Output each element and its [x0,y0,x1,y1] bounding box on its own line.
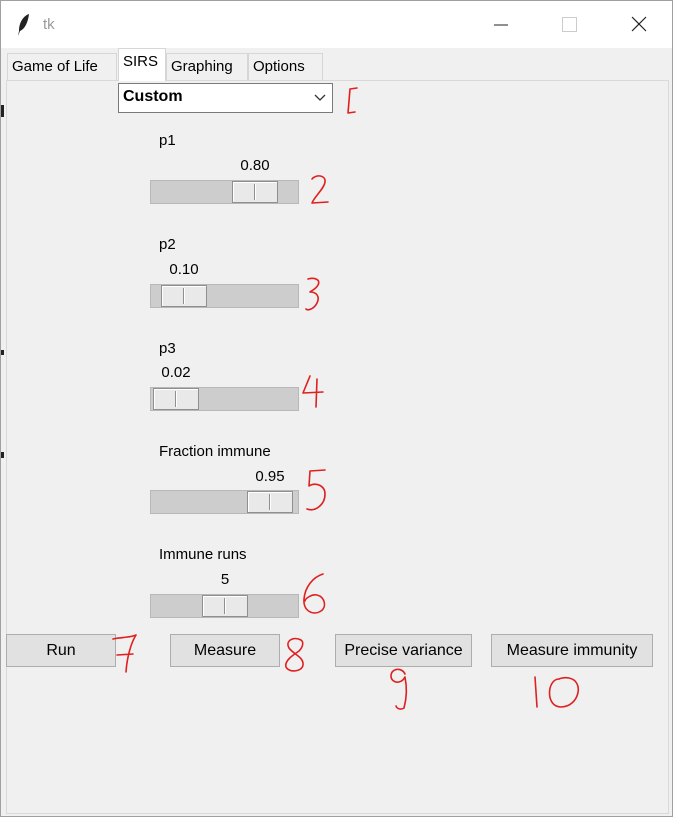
annotation-4 [302,375,324,408]
p2-slider-thumb[interactable] [161,285,207,307]
edge-mark [1,105,4,117]
preset-select[interactable]: Custom [118,83,333,113]
edge-mark [1,350,4,355]
window-title: tk [43,16,55,33]
annotation-1 [347,87,358,114]
p1-label: p1 [159,132,176,149]
p1-slider-thumb[interactable] [232,181,278,203]
p2-label: p2 [159,236,176,253]
minimize-button[interactable] [478,1,524,48]
p2-slider[interactable] [150,284,299,308]
tab-label: Graphing [171,58,233,75]
tab-game-of-life[interactable]: Game of Life [7,53,117,81]
minimize-icon [494,24,508,26]
immune-runs-label: Immune runs [159,546,247,563]
immune-runs-slider-thumb[interactable] [202,595,248,617]
fraction-immune-value: 0.95 [255,468,285,485]
immune-runs-value: 5 [220,571,230,588]
precise-variance-button[interactable]: Precise variance [335,634,472,667]
p2-value: 0.10 [169,261,199,278]
maximize-icon [562,17,577,32]
p3-label: p3 [159,340,176,357]
app-window: tk Game of Life SIRS Graphing Options Cu… [0,0,673,817]
annotation-8 [284,637,304,672]
title-bar[interactable]: tk [1,1,672,48]
tab-label: Options [253,58,305,75]
fraction-immune-label: Fraction immune [159,443,271,460]
preset-select-value: Custom [123,88,183,105]
measure-immunity-button[interactable]: Measure immunity [491,634,653,667]
p3-slider-thumb[interactable] [153,388,199,410]
p1-value: 0.80 [240,157,270,174]
chevron-down-icon [314,94,326,101]
tab-options[interactable]: Options [248,53,323,81]
tab-graphing[interactable]: Graphing [166,53,248,81]
annotation-7 [112,634,137,673]
maximize-button[interactable] [546,1,592,48]
close-icon [631,16,647,32]
annotation-6 [303,573,326,614]
fraction-immune-slider[interactable] [150,490,299,514]
run-button[interactable]: Run [6,634,116,667]
p3-value: 0.02 [161,364,191,381]
feather-icon [18,14,29,36]
immune-runs-slider[interactable] [150,594,299,618]
annotation-9 [390,668,408,710]
fraction-immune-slider-thumb[interactable] [247,491,293,513]
close-button[interactable] [616,1,662,48]
measure-button[interactable]: Measure [170,634,280,667]
tab-label: SIRS [123,53,159,70]
annotation-10 [534,676,580,708]
annotation-3 [305,277,320,311]
tab-label: Game of Life [12,58,98,75]
annotation-2 [311,175,329,204]
edge-mark [1,452,4,458]
p3-slider[interactable] [150,387,299,411]
p1-slider[interactable] [150,180,299,204]
tab-sirs[interactable]: SIRS [118,48,166,81]
annotation-5 [306,469,326,511]
